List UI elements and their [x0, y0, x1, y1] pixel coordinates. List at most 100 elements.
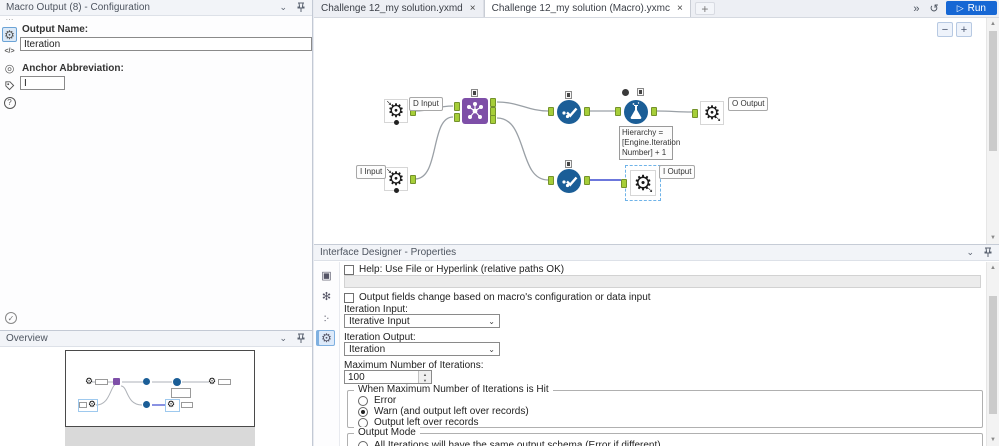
radio-button[interactable] [358, 440, 368, 446]
scroll-down-icon[interactable]: ▼ [987, 434, 999, 446]
output-arrow-icon: ↘ [715, 116, 721, 123]
tag-icon[interactable] [2, 78, 17, 93]
output-anchor[interactable] [584, 176, 590, 185]
macro-input-i-tool[interactable]: ⚙ ↘ [384, 167, 416, 193]
scroll-down-icon[interactable]: ▼ [987, 232, 999, 244]
collapse-chevron-icon[interactable]: ⌄ [966, 247, 974, 258]
stepper-buttons[interactable]: ▲ ▼ [418, 371, 431, 383]
d-input-label[interactable]: D Input [409, 97, 443, 111]
output-fields-checkbox-row[interactable]: Output fields change based on macro's co… [344, 292, 651, 303]
collapse-chevron-icon[interactable]: ⌄ [279, 2, 287, 13]
output-anchor[interactable] [410, 175, 416, 184]
pin-icon[interactable] [296, 333, 306, 344]
test-view-icon[interactable]: ✻ [318, 288, 335, 304]
pin-icon[interactable] [983, 247, 993, 258]
output-fields-checkbox[interactable] [344, 292, 354, 303]
input-anchor[interactable] [454, 113, 460, 122]
connection-join-select2[interactable] [496, 117, 549, 181]
i-input-label[interactable]: I Input [356, 165, 387, 179]
scrollbar-thumb[interactable] [989, 31, 997, 151]
configuration-tab-gear-icon[interactable]: ⚙ [2, 27, 17, 42]
formula-annotation[interactable]: Hierarchy = [Engine.Iteration Number] + … [619, 126, 681, 160]
radio-error[interactable]: Error [358, 395, 396, 406]
connection-formula-ooutput[interactable] [656, 110, 693, 113]
connection-iinput-join[interactable] [414, 116, 454, 180]
pin-icon[interactable] [296, 2, 306, 13]
max-iterations-value: 100 [348, 372, 365, 383]
mini-select-tool [143, 378, 150, 385]
new-tab-button[interactable]: + [694, 2, 715, 16]
mini-label [95, 379, 108, 385]
max-iterations-stepper[interactable]: 100 ▲ ▼ [344, 370, 432, 384]
properties-view-gear-icon[interactable]: ⚙ [318, 330, 335, 346]
input-anchor[interactable] [548, 107, 554, 116]
output-anchor[interactable] [651, 107, 657, 116]
zoom-out-button[interactable]: − [937, 22, 953, 37]
annotation-line: [Engine.Iteration [622, 138, 681, 147]
input-anchor[interactable] [454, 102, 460, 111]
close-icon[interactable]: × [677, 3, 683, 14]
input-anchor[interactable] [621, 179, 627, 188]
tab-overflow-icon[interactable]: » [908, 0, 924, 17]
help-icon[interactable]: ? [2, 95, 17, 110]
max-iterations-hit-legend: When Maximum Number of Iterations is Hit [354, 384, 553, 395]
formula-tool[interactable] [615, 88, 657, 124]
mini-macro-output-o: ⚙ [208, 376, 217, 386]
input-arrow-icon: ↘ [386, 100, 392, 107]
stepper-down-icon[interactable]: ▼ [419, 377, 431, 383]
macro-output-i-tool[interactable]: ⚙ ↘ [621, 170, 656, 196]
canvas-vertical-scrollbar[interactable]: ▲ ▼ [986, 18, 999, 244]
layout-view-icon[interactable]: ▣ [318, 267, 335, 283]
iteration-input-value: Iterative Input [349, 315, 410, 327]
zoom-in-button[interactable]: + [956, 22, 972, 37]
anchor-abbreviation-label: Anchor Abbreviation: [22, 63, 124, 74]
workflow-canvas[interactable]: ⚙ ↘ D Input ⚙ ↘ I Input Hierarchy = [Eng… [314, 18, 999, 244]
output-anchor[interactable] [490, 98, 496, 107]
tab-challenge12-solution[interactable]: Challenge 12_my solution.yxmd × [314, 0, 484, 17]
target-anchor-icon[interactable]: ◎ [2, 61, 17, 76]
radio-warn[interactable]: Warn (and output left over records) [358, 406, 529, 417]
interface-vertical-scrollbar[interactable]: ▲ ▼ [986, 262, 999, 446]
output-mode-legend: Output Mode [354, 427, 420, 438]
scroll-up-icon[interactable]: ▲ [987, 18, 999, 30]
input-anchor[interactable] [692, 109, 698, 118]
schedule-history-icon[interactable]: ↺ [925, 0, 944, 17]
interface-designer-content: Help: Use File or Hyperlink (relative pa… [341, 262, 985, 446]
tree-view-icon[interactable]: ჻ [318, 309, 335, 325]
help-path-input-disabled [344, 275, 981, 288]
scroll-up-icon[interactable]: ▲ [987, 262, 999, 274]
close-icon[interactable]: × [470, 3, 476, 14]
chevron-down-icon: ⌄ [488, 344, 495, 354]
output-anchor[interactable] [490, 115, 496, 124]
output-name-input[interactable] [20, 37, 312, 51]
radio-button-selected[interactable] [358, 406, 368, 417]
macro-output-o-tool[interactable]: ⚙ ↘ [692, 101, 724, 125]
radio-same-schema[interactable]: All Iterations will have the same output… [358, 440, 661, 446]
i-output-label[interactable]: I Output [659, 165, 696, 179]
collapse-chevron-icon[interactable]: ⌄ [279, 333, 287, 344]
help-checkbox-row[interactable]: Help: Use File or Hyperlink (relative pa… [344, 264, 564, 275]
code-view-icon[interactable]: </> [2, 44, 17, 59]
select-tool-1[interactable] [548, 91, 590, 124]
scrollbar-thumb[interactable] [989, 296, 997, 414]
iteration-input-select[interactable]: Iterative Input ⌄ [344, 314, 500, 328]
tool-badge-icon [637, 88, 644, 96]
input-anchor[interactable] [548, 176, 554, 185]
anchor-abbreviation-input[interactable] [20, 76, 65, 90]
tab-challenge12-macro[interactable]: Challenge 12_my solution (Macro).yxmc × [483, 0, 691, 17]
overview-minimap[interactable]: ⚙ ⚙ ⚙ ⚙ [0, 348, 312, 446]
apply-check-icon[interactable]: ✓ [5, 312, 17, 324]
output-anchor[interactable] [584, 107, 590, 116]
radio-button[interactable] [358, 417, 368, 428]
radio-button[interactable] [358, 395, 368, 406]
macro-input-d-tool[interactable]: ⚙ ↘ [384, 99, 416, 125]
run-button[interactable]: ▷ Run [945, 1, 997, 15]
connection-join-select1[interactable] [496, 101, 549, 112]
iteration-output-select[interactable]: Iteration ⌄ [344, 342, 500, 356]
input-anchor[interactable] [615, 107, 621, 116]
minimap-viewport[interactable]: ⚙ ⚙ ⚙ ⚙ [65, 350, 255, 427]
o-output-label[interactable]: O Output [728, 97, 769, 111]
help-checkbox[interactable] [344, 264, 354, 275]
join-multiple-tool[interactable] [454, 89, 496, 124]
select-tool-2[interactable] [548, 160, 590, 193]
